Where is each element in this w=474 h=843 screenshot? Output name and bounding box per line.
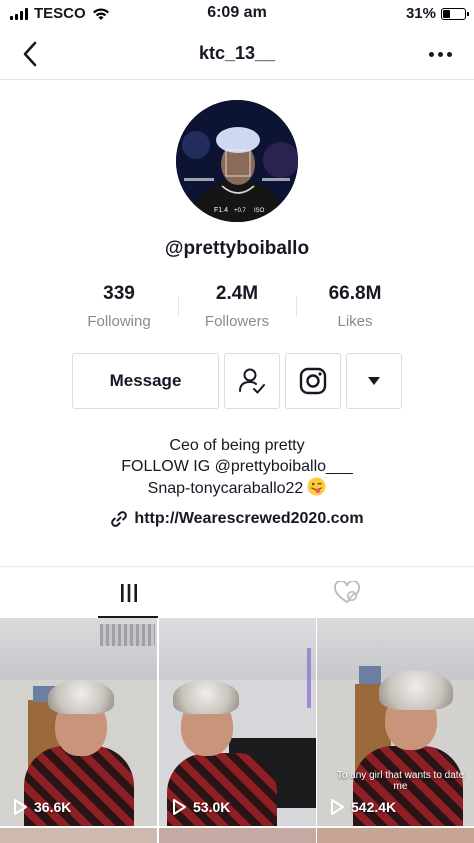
stat-following-label: Following bbox=[87, 313, 151, 330]
avatar-image: F1.4 +0.7 ISO bbox=[176, 100, 298, 222]
video-cover bbox=[0, 618, 157, 826]
instagram-icon bbox=[299, 367, 327, 395]
battery-percent: 31% bbox=[405, 5, 436, 22]
following-button[interactable] bbox=[224, 353, 280, 409]
user-check-icon bbox=[239, 368, 265, 394]
video-thumbnail-partial[interactable] bbox=[317, 828, 474, 843]
heart-hidden-icon bbox=[333, 580, 360, 603]
nav-bar: ktc_13__ bbox=[0, 28, 474, 80]
tab-liked[interactable] bbox=[228, 567, 465, 618]
battery-level bbox=[443, 9, 450, 18]
stat-likes-label: Likes bbox=[337, 313, 373, 330]
video-views: 36.6K bbox=[12, 798, 71, 816]
profile-link-text: http://Wearescrewed2020.com bbox=[134, 510, 364, 527]
play-icon bbox=[331, 799, 344, 815]
profile-handle: @prettyboiballo bbox=[164, 238, 310, 259]
link-icon bbox=[111, 511, 128, 527]
video-cover bbox=[159, 618, 316, 826]
video-views: 542.4K bbox=[329, 798, 396, 816]
svg-text:F1.4: F1.4 bbox=[214, 207, 228, 214]
more-dots-icon bbox=[428, 51, 434, 57]
stat-following-value: 339 bbox=[103, 283, 135, 304]
stat-followers[interactable]: 2.4M Followers bbox=[178, 283, 296, 330]
caret-down-icon bbox=[368, 377, 380, 385]
grid-bars-icon bbox=[120, 583, 137, 602]
bio-line: Ceo of being pretty bbox=[169, 437, 305, 454]
bio-line-with-emoji: Snap-tonycaraballo22 bbox=[0, 477, 474, 499]
battery-icon bbox=[441, 7, 469, 20]
svg-text:ISO: ISO bbox=[254, 208, 265, 214]
stat-followers-value: 2.4M bbox=[215, 283, 259, 304]
video-views: 53.0K bbox=[171, 798, 230, 816]
profile-stats: 339 Following 2.4M Followers 66.8M Likes bbox=[60, 283, 414, 335]
tongue-wink-emoji bbox=[307, 477, 326, 496]
play-icon bbox=[14, 799, 27, 815]
page-title: ktc_13__ bbox=[198, 43, 276, 63]
stat-followers-label: Followers bbox=[204, 313, 270, 330]
video-views-count: 542.4K bbox=[351, 799, 397, 815]
stat-likes[interactable]: 66.8M Likes bbox=[296, 283, 414, 330]
video-grid: 36.6K 53.0K To any girl that wants to da… bbox=[0, 618, 474, 843]
bio-line: FOLLOW IG @prettyboiballo___ bbox=[121, 458, 353, 475]
video-views-count: 36.6K bbox=[34, 799, 72, 815]
status-right: 31% bbox=[405, 5, 469, 22]
tab-videos[interactable] bbox=[10, 567, 247, 618]
instagram-button[interactable] bbox=[285, 353, 341, 409]
video-thumbnail[interactable]: To any girl that wants to date me 542.4K bbox=[317, 618, 474, 826]
more-profile-button[interactable] bbox=[346, 353, 402, 409]
video-caption: To any girl that wants to date me bbox=[336, 770, 465, 792]
bio-line: Snap-tonycaraballo22 bbox=[147, 480, 304, 497]
video-thumbnail-partial[interactable] bbox=[0, 828, 157, 843]
video-views-count: 53.0K bbox=[193, 799, 231, 815]
avatar[interactable]: F1.4 +0.7 ISO bbox=[176, 100, 298, 222]
stat-following[interactable]: 339 Following bbox=[60, 283, 178, 330]
profile-tabs bbox=[0, 566, 474, 618]
video-thumbnail[interactable]: 36.6K bbox=[0, 618, 157, 826]
clock: 6:09 am bbox=[207, 4, 267, 21]
play-icon bbox=[173, 799, 186, 815]
svg-text:+0.7: +0.7 bbox=[234, 208, 247, 214]
message-button[interactable]: Message bbox=[72, 353, 219, 409]
stat-likes-value: 66.8M bbox=[328, 283, 382, 304]
more-options-button[interactable] bbox=[426, 42, 454, 66]
profile-link[interactable]: http://Wearescrewed2020.com bbox=[0, 510, 474, 528]
profile-bio: Ceo of being pretty FOLLOW IG @prettyboi… bbox=[0, 435, 474, 499]
video-thumbnail-partial[interactable] bbox=[159, 828, 316, 843]
status-bar: TESCO 6:09 am 31% bbox=[0, 0, 474, 28]
video-cover bbox=[317, 618, 474, 826]
video-thumbnail[interactable]: 53.0K bbox=[159, 618, 316, 826]
